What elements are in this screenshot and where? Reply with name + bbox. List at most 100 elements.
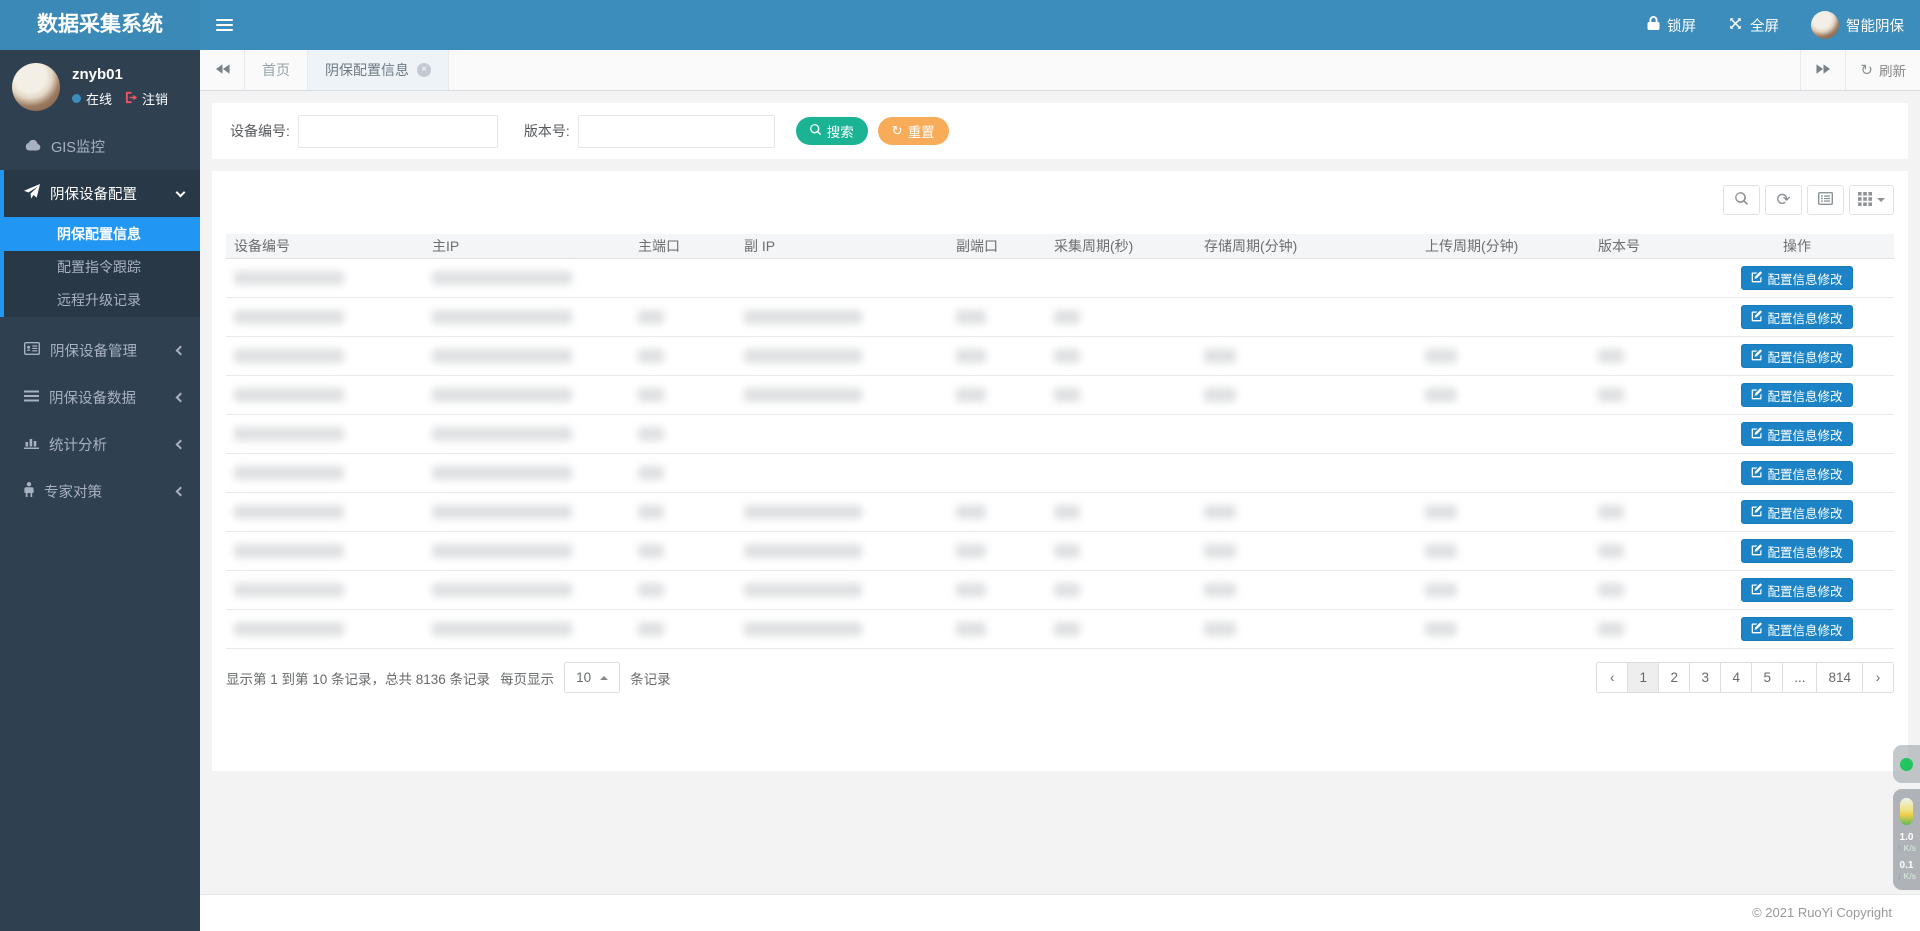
redacted-value: [432, 583, 572, 597]
toolbar-search-button[interactable]: [1723, 185, 1760, 215]
edit-config-button[interactable]: 配置信息修改: [1741, 539, 1852, 563]
sidebar-item-statistics[interactable]: 统计分析: [0, 421, 200, 468]
table-row: 配置信息修改: [226, 376, 1894, 415]
pagination-info: 显示第 1 到第 10 条记录，总共 8136 条记录: [226, 668, 490, 688]
redacted-value: [638, 622, 664, 636]
redacted-value: [1425, 388, 1457, 402]
tab-config-info[interactable]: 阴保配置信息 ×: [308, 50, 449, 90]
redacted-value: [432, 349, 572, 363]
tabbar-spacer: [449, 50, 1800, 90]
edit-config-button[interactable]: 配置信息修改: [1741, 422, 1852, 446]
sidebar-group-device-config: 阴保设备配置 阴保配置信息 配置指令跟踪 远程升级记录: [0, 170, 200, 317]
table-row: 配置信息修改: [226, 337, 1894, 376]
redacted-value: [1054, 583, 1080, 597]
sidebar-item-device-manage[interactable]: 阴保设备管理: [0, 327, 200, 374]
speed-widget-panel[interactable]: 1.0 ↑ K/s 0.1 ↓ K/s: [1893, 789, 1920, 890]
search-button[interactable]: 搜索: [796, 117, 868, 145]
redacted-value: [1204, 349, 1236, 363]
page-number-button[interactable]: ...: [1782, 662, 1817, 693]
table-cell: [736, 349, 948, 363]
redacted-value: [234, 544, 344, 558]
sidebar-item-expert-advice[interactable]: 专家对策: [0, 468, 200, 515]
sidebar-item-config-command-trace[interactable]: 配置指令跟踪: [4, 251, 200, 284]
page-number-button[interactable]: 3: [1689, 662, 1721, 693]
sidebar: znyb01 在线 注销 GIS监控: [0, 50, 200, 931]
edit-config-button[interactable]: 配置信息修改: [1741, 617, 1852, 641]
table-row: 配置信息修改: [226, 415, 1894, 454]
edit-config-button[interactable]: 配置信息修改: [1741, 266, 1852, 290]
reset-button[interactable]: ↻ 重置: [878, 117, 949, 145]
page-size-select[interactable]: 10: [564, 662, 620, 693]
refresh-tab-button[interactable]: ↻ 刷新: [1845, 50, 1920, 90]
redacted-value: [1425, 583, 1457, 597]
table-cell-actions: 配置信息修改: [1700, 578, 1894, 602]
table-cell-actions: 配置信息修改: [1700, 266, 1894, 290]
page-number-button[interactable]: 814: [1816, 662, 1863, 693]
sidebar-avatar: [12, 63, 60, 111]
table-cell: [1417, 505, 1590, 519]
edit-config-button[interactable]: 配置信息修改: [1741, 461, 1852, 485]
chevron-left-icon: [176, 487, 186, 497]
toolbar-columns-button[interactable]: [1849, 185, 1894, 215]
sidebar-item-gis-monitor[interactable]: GIS监控: [0, 123, 200, 170]
sidebar-item-device-data[interactable]: 阴保设备数据: [0, 374, 200, 421]
version-input[interactable]: [578, 115, 775, 148]
sign-out-icon: [125, 91, 138, 107]
submenu-device-config: 阴保配置信息 配置指令跟踪 远程升级记录: [4, 217, 200, 317]
user-menu[interactable]: 智能阴保: [1795, 0, 1920, 50]
search-form: 设备编号: 版本号: 搜索 ↻ 重置: [212, 103, 1908, 159]
table-toolbar: ⟳: [226, 185, 1894, 215]
fullscreen-button[interactable]: 全屏: [1712, 0, 1795, 50]
sidebar-item-config-info[interactable]: 阴保配置信息: [4, 217, 200, 251]
sidebar-toggle-button[interactable]: [200, 0, 248, 50]
edit-config-button[interactable]: 配置信息修改: [1741, 383, 1852, 407]
redacted-value: [234, 622, 344, 636]
redacted-value: [744, 310, 862, 324]
arrow-down-icon: ↓: [1897, 871, 1901, 881]
table-cell: [226, 583, 424, 597]
speed-widget[interactable]: 1.0 ↑ K/s 0.1 ↓ K/s: [1893, 745, 1920, 890]
edit-config-button[interactable]: 配置信息修改: [1741, 305, 1852, 329]
table-cell: [1417, 622, 1590, 636]
sidebar-item-device-config[interactable]: 阴保设备配置: [4, 170, 200, 217]
tab-close-icon[interactable]: ×: [417, 63, 431, 77]
tabs-scroll-left-button[interactable]: [200, 50, 245, 90]
edit-config-button[interactable]: 配置信息修改: [1741, 500, 1852, 524]
page-size-suffix: 条记录: [630, 668, 671, 688]
sidebar-item-remote-upgrade-log[interactable]: 远程升级记录: [4, 284, 200, 317]
table-cell: [948, 583, 1046, 597]
page-number-button[interactable]: 5: [1751, 662, 1783, 693]
redacted-value: [1054, 349, 1080, 363]
table-row: 配置信息修改: [226, 571, 1894, 610]
redacted-value: [1425, 622, 1457, 636]
table-cell: [226, 427, 424, 441]
edit-config-button[interactable]: 配置信息修改: [1741, 578, 1852, 602]
redacted-value: [234, 388, 344, 402]
lock-screen-button[interactable]: 锁屏: [1631, 0, 1712, 50]
tab-home[interactable]: 首页: [245, 50, 308, 90]
redacted-value: [956, 505, 986, 519]
chevron-left-icon: [176, 440, 186, 450]
page-prev-button[interactable]: ‹: [1596, 662, 1628, 693]
toolbar-refresh-button[interactable]: ⟳: [1765, 185, 1802, 215]
table-cell: [1046, 505, 1196, 519]
chevron-left-icon: [176, 393, 186, 403]
refresh-icon: ↻: [1860, 61, 1873, 79]
device-number-input[interactable]: [298, 115, 498, 148]
redacted-value: [1204, 544, 1236, 558]
column-header: 主端口: [630, 236, 736, 256]
logout-button[interactable]: 注销: [125, 89, 168, 108]
cloud-icon: [24, 138, 41, 155]
toolbar-detail-view-button[interactable]: [1807, 185, 1844, 215]
column-header: 设备编号: [226, 236, 424, 256]
tabs-scroll-right-button[interactable]: [1800, 50, 1845, 90]
table-cell: [736, 583, 948, 597]
edit-config-button[interactable]: 配置信息修改: [1741, 344, 1852, 368]
page-number-button[interactable]: 2: [1658, 662, 1690, 693]
redacted-value: [638, 505, 664, 519]
page-number-button[interactable]: 1: [1627, 662, 1659, 693]
speed-widget-status[interactable]: [1893, 745, 1920, 783]
redacted-value: [744, 388, 862, 402]
page-number-button[interactable]: 4: [1720, 662, 1752, 693]
page-next-button[interactable]: ›: [1862, 662, 1894, 693]
